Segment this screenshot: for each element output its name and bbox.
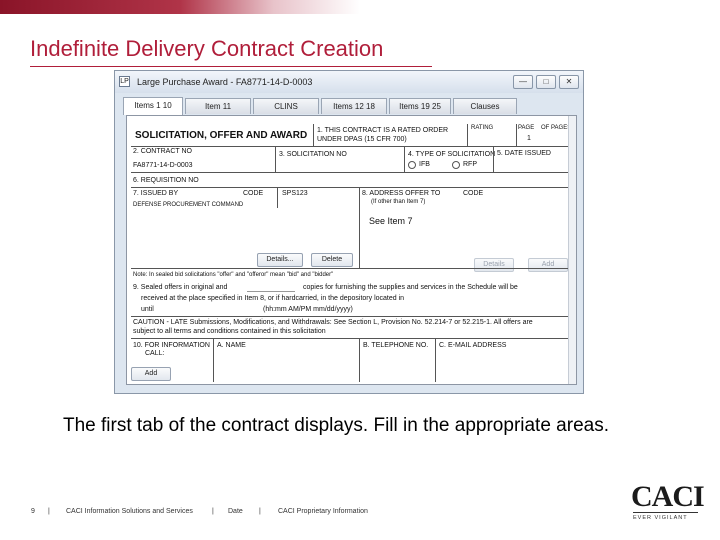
app-icon: LP [119,76,130,87]
divider [213,338,214,382]
caution-text-1: CAUTION - LATE Submissions, Modification… [133,319,533,326]
minimize-icon[interactable]: — [513,75,533,89]
logo-rule [633,512,698,513]
add-contact-button[interactable]: Add [131,367,171,381]
sealed-offers-text-c: received at the place specified in Item … [141,295,405,302]
divider [493,146,494,172]
divider [435,338,436,382]
page-value[interactable]: 1 [527,135,531,142]
footer-date: Date [228,508,243,515]
window-title: Large Purchase Award - FA8771-14-D-0003 [137,77,313,87]
footer-page-number: 9 [31,508,35,515]
add-right-button[interactable]: Add [528,258,568,272]
type-of-solicitation-label: 4. TYPE OF SOLICITATION [408,151,496,158]
row-rule [131,172,569,173]
ifb-radio[interactable] [408,161,416,169]
tab-clins[interactable]: CLINS [253,98,319,114]
divider [467,124,468,146]
divider [404,146,405,172]
contract-no-value[interactable]: FA8771-14-D-0003 [133,162,193,169]
address-offer-to-label: 8. ADDRESS OFFER TO [362,190,441,197]
name-label: A. NAME [217,342,246,349]
footer-proprietary: CACI Proprietary Information [278,508,368,515]
date-issued-label: 5. DATE ISSUED [497,150,551,157]
email-label: C. E-MAIL ADDRESS [439,342,507,349]
time-format-label: (hh:mm AM/PM mm/dd/yyyy) [263,306,353,313]
form-scrollbar[interactable] [568,116,576,384]
row-rule [131,146,569,147]
address-code-label: CODE [463,190,484,197]
contract-no-label: 2. CONTRACT NO [133,148,192,155]
maximize-icon[interactable]: □ [536,75,556,89]
logo-tagline: EVER VIGILANT [633,515,688,521]
footer-separator: | [48,508,50,515]
address-note: (If other than Item 7) [371,199,426,205]
details-right-button[interactable]: Details [474,258,514,272]
slide-caption: The first tab of the contract displays. … [63,415,609,436]
title-underline [30,66,432,67]
information-label: 10. FOR INFORMATION [133,342,210,349]
footer-separator: | [212,508,214,515]
see-item-text: See Item 7 [369,216,413,226]
issued-by-label: 7. ISSUED BY [133,190,179,197]
solicitation-form: SOLICITATION, OFFER AND AWARD 1. THIS CO… [126,115,577,385]
sealed-offers-text-a: 9. Sealed offers in original and [133,284,228,291]
solicitation-no-label: 3. SOLICITATION NO [279,151,347,158]
row-rule [131,187,569,188]
caution-text-2: subject to all terms and conditions cont… [133,328,326,335]
until-label: until [141,306,154,313]
rating-label: RATING [471,125,494,131]
divider [359,188,360,268]
tab-items-12-18[interactable]: Items 12 18 [321,98,387,114]
row-rule [131,268,569,269]
form-heading: SOLICITATION, OFFER AND AWARD [135,130,308,141]
tab-items-19-25[interactable]: Items 19 25 [389,98,451,114]
page-label: PAGE [518,125,535,131]
divider [313,124,314,146]
tab-items-1-10[interactable]: Items 1 10 [123,97,183,115]
delete-button[interactable]: Delete [311,253,353,267]
divider [277,188,278,208]
footer-separator: | [259,508,261,515]
slide-title: Indefinite Delivery Contract Creation [30,36,384,61]
footer-company: CACI Information Solutions and Services [66,508,193,515]
rfp-radio[interactable] [452,161,460,169]
close-icon[interactable]: ✕ [559,75,579,89]
row-rule [131,316,569,317]
details-button[interactable]: Details... [257,253,303,267]
ifb-label: IFB [419,161,430,168]
copies-blank[interactable] [247,291,295,292]
row-rule [131,338,569,339]
window-title-bar[interactable]: LP Large Purchase Award - FA8771-14-D-00… [115,71,583,93]
application-window: LP Large Purchase Award - FA8771-14-D-00… [114,70,584,394]
tab-item-11[interactable]: Item 11 [185,98,251,114]
sealed-offers-text-b: copies for furnishing the supplies and s… [303,284,518,291]
of-pages-label: OF PAGES [541,125,572,131]
tab-clauses[interactable]: Clauses [453,98,517,114]
issued-by-code-value[interactable]: SPS123 [282,190,308,197]
requisition-no-label: 6. REQUISITION NO [133,177,199,184]
divider [275,146,276,172]
bid-note: Note: In sealed bid solicitations "offer… [133,272,334,278]
divider [359,338,360,382]
caci-logo: CACI [631,480,705,513]
top-accent-band [0,0,720,14]
telephone-label: B. TELEPHONE NO. [363,342,429,349]
divider [516,124,517,146]
rated-order-label: 1. THIS CONTRACT IS A RATED ORDER UNDER … [317,127,449,143]
rfp-label: RFP [463,161,477,168]
issued-by-value[interactable]: DEFENSE PROCUREMENT COMMAND [133,202,243,208]
call-label: CALL: [145,350,165,357]
issued-by-code-label: CODE [243,190,264,197]
